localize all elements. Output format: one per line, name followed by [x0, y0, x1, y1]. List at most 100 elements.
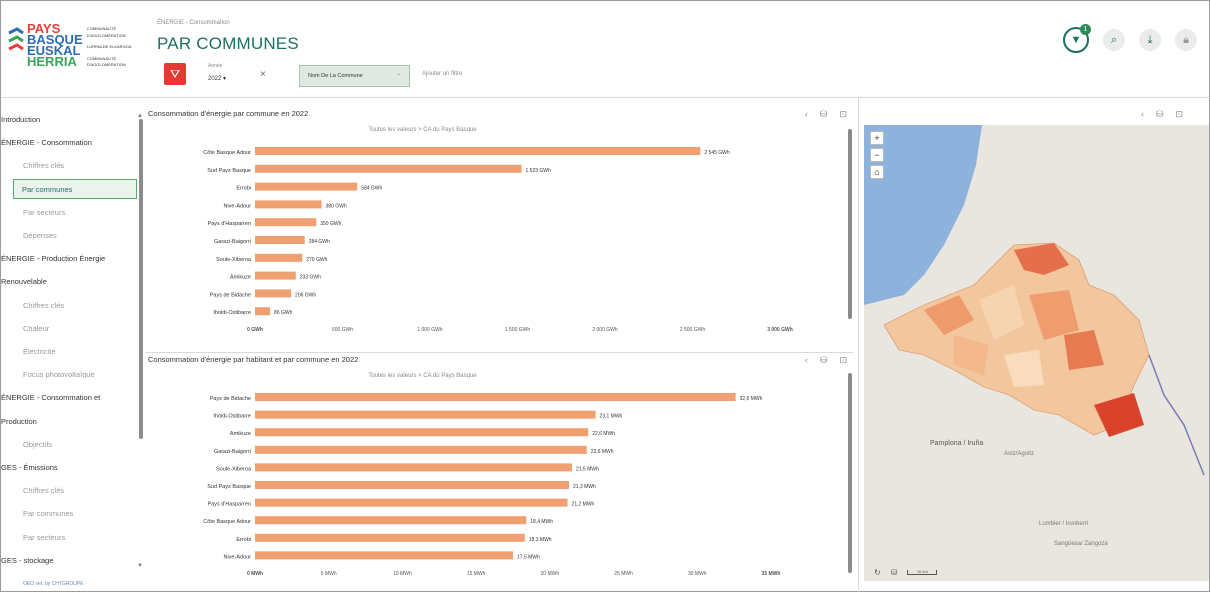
- sidebar-item[interactable]: Par secteurs: [23, 208, 65, 217]
- map-canvas[interactable]: Pamplona / Iruña Aoiz/Agoitz Lumbier / I…: [864, 125, 1209, 581]
- zoom-in-button[interactable]: +: [870, 131, 884, 145]
- x-tick-label: 35 MWh: [762, 571, 781, 577]
- home-icon[interactable]: ⌂: [870, 165, 884, 179]
- choropleth-map[interactable]: Pamplona / Iruña Aoiz/Agoitz Lumbier / I…: [864, 125, 1209, 581]
- bar[interactable]: [255, 253, 303, 262]
- chart-title: Consommation d'énergie par commune en 20…: [148, 109, 309, 118]
- back-icon[interactable]: ‹: [805, 355, 808, 366]
- category-label: Côte Basque Adour: [203, 519, 251, 525]
- layers-icon[interactable]: ⛁: [820, 109, 828, 120]
- rotate-icon[interactable]: ↻: [874, 568, 881, 577]
- bar[interactable]: [255, 445, 587, 454]
- export-icon[interactable]: ⊡: [839, 355, 847, 366]
- export-icon[interactable]: ⊡: [1176, 109, 1184, 120]
- sidebar-item[interactable]: Chiffres clés: [23, 301, 64, 310]
- bar-value-label: 21,3 MWh: [573, 484, 596, 490]
- layers-icon[interactable]: ⛁: [1156, 109, 1164, 120]
- chart-breadcrumb[interactable]: Toutes les valeurs > CA du Pays Basque: [145, 127, 700, 133]
- chart-panel-scrollbar[interactable]: [848, 129, 852, 319]
- x-tick-label: 25 MWh: [614, 571, 633, 577]
- add-filter-link[interactable]: Ajouter un filtre: [422, 71, 462, 77]
- year-filter-select[interactable]: 2022 ▾: [208, 75, 226, 82]
- chart-panel-per-capita: Consommation d'énergie par habitant et p…: [145, 355, 853, 585]
- bar[interactable]: [255, 410, 596, 419]
- layers-icon[interactable]: ⛁: [891, 568, 898, 577]
- funnel-icon: ▼: [1070, 34, 1082, 46]
- year-filter-remove-icon[interactable]: ×: [260, 69, 266, 80]
- sidebar-item[interactable]: Par communes: [13, 178, 137, 199]
- category-label: Errobi: [236, 186, 251, 192]
- download-button[interactable]: ⤓: [1139, 29, 1161, 51]
- category-label: Soule-Xiberoa: [216, 257, 252, 263]
- category-label: Amikuze: [230, 275, 251, 281]
- sidebar-item[interactable]: Par secteurs: [23, 533, 65, 542]
- x-tick-label: 1 500 GWh: [505, 327, 531, 333]
- sidebar-item[interactable]: Chiffres clés: [23, 161, 64, 170]
- bar[interactable]: [255, 516, 527, 525]
- sidebar-item[interactable]: ÉNERGIE - Production Énergie: [1, 254, 105, 263]
- category-label: Côte Basque Adour: [203, 150, 251, 156]
- bar[interactable]: [255, 393, 736, 401]
- category-label: Garazi-Baigorri: [214, 239, 251, 245]
- export-icon[interactable]: ⊡: [839, 109, 847, 120]
- bar[interactable]: [255, 147, 701, 155]
- sidebar-item[interactable]: Production: [1, 417, 37, 426]
- x-tick-label: 2 500 GWh: [680, 327, 706, 333]
- bar[interactable]: [255, 289, 292, 298]
- bar-value-label: 32,6 MWh: [740, 396, 763, 402]
- bar[interactable]: [255, 428, 589, 437]
- bar[interactable]: [255, 463, 572, 472]
- breadcrumb[interactable]: ÉNERGIE - Consommation: [157, 20, 230, 26]
- bar[interactable]: [255, 218, 317, 227]
- bar-value-label: 22,6 MWh: [592, 431, 615, 437]
- logo-sub-3: COMMUNAUTÉ D'AGGLOMÉRATION: [87, 55, 126, 68]
- map-divider: [858, 98, 859, 592]
- chart-panel-scrollbar[interactable]: [848, 373, 852, 573]
- sidebar-item[interactable]: ÉNERGIE - Consommation et: [1, 393, 100, 402]
- sidebar-item[interactable]: Chiffres clés: [23, 486, 64, 495]
- sidebar-item[interactable]: Dépenses: [23, 231, 57, 240]
- bar[interactable]: [255, 271, 296, 280]
- bar[interactable]: [255, 200, 322, 209]
- sidebar-item[interactable]: Focus photovoltaïque: [23, 370, 95, 379]
- sidebar-item[interactable]: Électricité: [23, 347, 56, 356]
- sidebar-item[interactable]: Par communes: [23, 509, 73, 518]
- back-icon[interactable]: ‹: [805, 109, 808, 120]
- lock-button[interactable]: 🔒︎: [1175, 29, 1197, 51]
- commune-filter-chip[interactable]: Nom De La Commune ⌄: [299, 65, 410, 87]
- chart-breadcrumb[interactable]: Toutes les valeurs > CA du Pays Basque: [145, 373, 700, 379]
- header-divider: [1, 97, 1210, 98]
- back-icon[interactable]: ‹: [1141, 109, 1144, 120]
- bar[interactable]: [255, 164, 522, 173]
- bar[interactable]: [255, 551, 513, 560]
- sidebar-item[interactable]: GES - Émissions: [1, 463, 58, 472]
- sidebar-item[interactable]: Renouvelable: [1, 277, 47, 286]
- sidebar-item[interactable]: GES - stockage: [1, 556, 54, 565]
- bar[interactable]: [255, 481, 570, 489]
- filter-clear-icon: ⛛: [169, 67, 181, 81]
- filter-toggle-button[interactable]: ▼ 1: [1063, 24, 1091, 53]
- bar-value-label: 22,5 MWh: [591, 449, 614, 455]
- sidebar-item[interactable]: ÉNERGIE - Consommation: [1, 138, 92, 147]
- map-toolbar: ‹ ⛁ ⊡: [1141, 109, 1183, 120]
- sidebar-item[interactable]: Introduction: [1, 115, 40, 124]
- sidebar-scroll-down-icon[interactable]: ▼: [137, 563, 143, 569]
- search-button[interactable]: ⌕: [1103, 29, 1125, 51]
- lock-icon: 🔒︎: [1183, 33, 1189, 46]
- bar-chart-total: Côte Basque Adour 2 545 GWh Sud Pays Basqu…: [203, 147, 793, 333]
- sidebar-scrollbar[interactable]: [139, 119, 143, 439]
- bar[interactable]: [255, 498, 568, 507]
- layers-icon[interactable]: ⛁: [820, 355, 828, 366]
- sidebar-item[interactable]: Objectifs: [23, 440, 52, 449]
- bar[interactable]: [255, 182, 358, 191]
- bar[interactable]: [255, 307, 271, 316]
- x-tick-label: 0 GWh: [247, 327, 263, 333]
- sidebar-item[interactable]: Chaleur: [23, 324, 49, 333]
- x-tick-label: 1 000 GWh: [417, 327, 443, 333]
- zoom-out-button[interactable]: −: [870, 148, 884, 162]
- bar[interactable]: [255, 533, 525, 542]
- footer-credit[interactable]: OEO ver. by CHTGROUPE: [23, 581, 84, 587]
- clear-filters-button[interactable]: ⛛: [164, 63, 186, 85]
- category-label: Iholdi-Ostibarre: [213, 414, 251, 420]
- bar[interactable]: [255, 236, 305, 244]
